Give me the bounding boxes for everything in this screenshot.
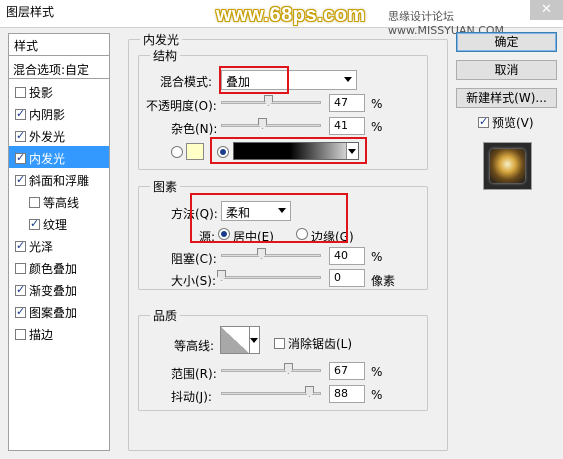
quality-title: 品质 xyxy=(150,307,181,324)
opacity-label: 不透明度(O): xyxy=(146,99,217,113)
antialias-label: 消除锯齿(L) xyxy=(288,337,353,351)
gradient-highlight xyxy=(210,137,367,164)
style-item-label: 内发光 xyxy=(29,152,66,166)
noise-slider-track[interactable] xyxy=(221,124,321,127)
opacity-unit: % xyxy=(371,97,383,111)
blend-mode-label: 混合模式: xyxy=(160,75,213,89)
noise-unit: % xyxy=(371,120,383,134)
range-slider-track[interactable] xyxy=(221,369,321,372)
style-item-label: 斜面和浮雕 xyxy=(29,174,90,188)
styles-list: 样式 混合选项:自定 投影内阴影外发光内发光斜面和浮雕等高线纹理光泽颜色叠加渐变… xyxy=(8,33,110,451)
contour-label: 等高线: xyxy=(174,339,215,353)
close-button[interactable]: ✕ xyxy=(530,0,563,20)
ok-button[interactable]: 确定 xyxy=(456,32,557,52)
checkbox-icon[interactable] xyxy=(15,305,26,318)
style-item-label: 纹理 xyxy=(43,218,68,232)
blend-mode-highlight xyxy=(219,66,289,94)
size-input[interactable]: 0 xyxy=(329,269,365,287)
cancel-button[interactable]: 取消 xyxy=(456,60,557,80)
style-item[interactable]: 纹理 xyxy=(9,212,109,234)
size-label: 大小(S): xyxy=(171,274,217,288)
preview-label: 预览(V) xyxy=(492,116,534,130)
noise-label: 杂色(N): xyxy=(171,122,218,136)
style-item-label: 内阴影 xyxy=(29,108,66,122)
antialias-checkbox[interactable]: 消除锯齿(L) xyxy=(274,335,352,352)
choke-input[interactable]: 40 xyxy=(329,247,365,265)
checkbox-icon[interactable] xyxy=(15,129,26,142)
checkbox-icon[interactable] xyxy=(478,115,489,128)
opacity-input[interactable]: 47 xyxy=(329,94,365,112)
title-bar: 图层样式 www.68ps.com 思缘设计论坛 www.MISSYUAN.CO… xyxy=(0,0,563,37)
checkbox-icon[interactable] xyxy=(29,197,40,208)
range-unit: % xyxy=(371,365,383,379)
color-radio[interactable] xyxy=(171,146,183,158)
style-item[interactable]: 外发光 xyxy=(9,124,109,146)
size-slider-track[interactable] xyxy=(221,276,321,279)
checkbox-icon[interactable] xyxy=(15,329,26,340)
style-item-label: 渐变叠加 xyxy=(29,284,78,298)
style-item-label: 颜色叠加 xyxy=(29,262,78,276)
style-item[interactable]: 光泽 xyxy=(9,234,109,256)
style-item[interactable]: 图案叠加 xyxy=(9,300,109,322)
preview-thumbnail xyxy=(483,142,532,190)
checkbox-icon[interactable] xyxy=(15,173,26,186)
checkbox-icon[interactable] xyxy=(15,283,26,296)
checkbox-icon[interactable] xyxy=(15,87,26,98)
contour-picker[interactable] xyxy=(220,326,250,354)
window-title: 图层样式 xyxy=(6,5,55,19)
choke-unit: % xyxy=(371,250,383,264)
elements-highlight xyxy=(190,193,348,243)
style-item[interactable]: 渐变叠加 xyxy=(9,278,109,300)
style-item-label: 外发光 xyxy=(29,130,66,144)
size-unit: 像素 xyxy=(371,274,396,288)
choke-label: 阻塞(C): xyxy=(171,252,217,266)
styles-header[interactable]: 样式 xyxy=(9,34,109,56)
checkbox-icon[interactable] xyxy=(29,217,40,230)
structure-title: 结构 xyxy=(150,47,181,64)
style-item-label: 描边 xyxy=(29,328,54,342)
jitter-input[interactable]: 88 xyxy=(329,385,365,403)
style-item[interactable]: 颜色叠加 xyxy=(9,256,109,278)
range-input[interactable]: 67 xyxy=(329,362,365,380)
style-item[interactable]: 描边 xyxy=(9,322,109,344)
jitter-unit: % xyxy=(371,388,383,402)
contour-dropdown[interactable] xyxy=(250,326,260,354)
blending-options-item[interactable]: 混合选项:自定 xyxy=(9,57,109,79)
style-item-label: 光泽 xyxy=(29,240,54,254)
style-item[interactable]: 投影 xyxy=(9,80,109,102)
chevron-down-icon xyxy=(250,338,258,343)
checkbox-icon[interactable] xyxy=(15,107,26,120)
range-label: 范围(R): xyxy=(171,367,217,381)
style-item[interactable]: 等高线 xyxy=(9,190,109,212)
style-item-label: 等高线 xyxy=(43,196,80,210)
checkbox-icon[interactable] xyxy=(15,263,26,274)
style-item[interactable]: 内发光 xyxy=(9,146,109,168)
style-item[interactable]: 内阴影 xyxy=(9,102,109,124)
preview-checkbox[interactable]: 预览(V) xyxy=(478,114,534,131)
style-item-label: 图案叠加 xyxy=(29,306,78,320)
style-item[interactable]: 斜面和浮雕 xyxy=(9,168,109,190)
new-style-button[interactable]: 新建样式(W)... xyxy=(456,88,557,108)
checkbox-icon[interactable] xyxy=(15,239,26,252)
checkbox-icon[interactable] xyxy=(274,338,285,349)
chevron-down-icon xyxy=(344,77,352,82)
elements-title: 图素 xyxy=(150,178,181,195)
checkbox-icon[interactable] xyxy=(15,151,26,164)
preview-texture-image xyxy=(490,149,525,183)
glow-color-swatch[interactable] xyxy=(186,143,204,160)
style-item-label: 投影 xyxy=(29,86,54,100)
noise-input[interactable]: 41 xyxy=(329,117,365,135)
watermark-logo: www.68ps.com xyxy=(216,4,366,26)
inner-glow-title: 内发光 xyxy=(140,31,183,48)
choke-slider-track[interactable] xyxy=(221,254,321,257)
jitter-label: 抖动(J): xyxy=(171,390,212,404)
